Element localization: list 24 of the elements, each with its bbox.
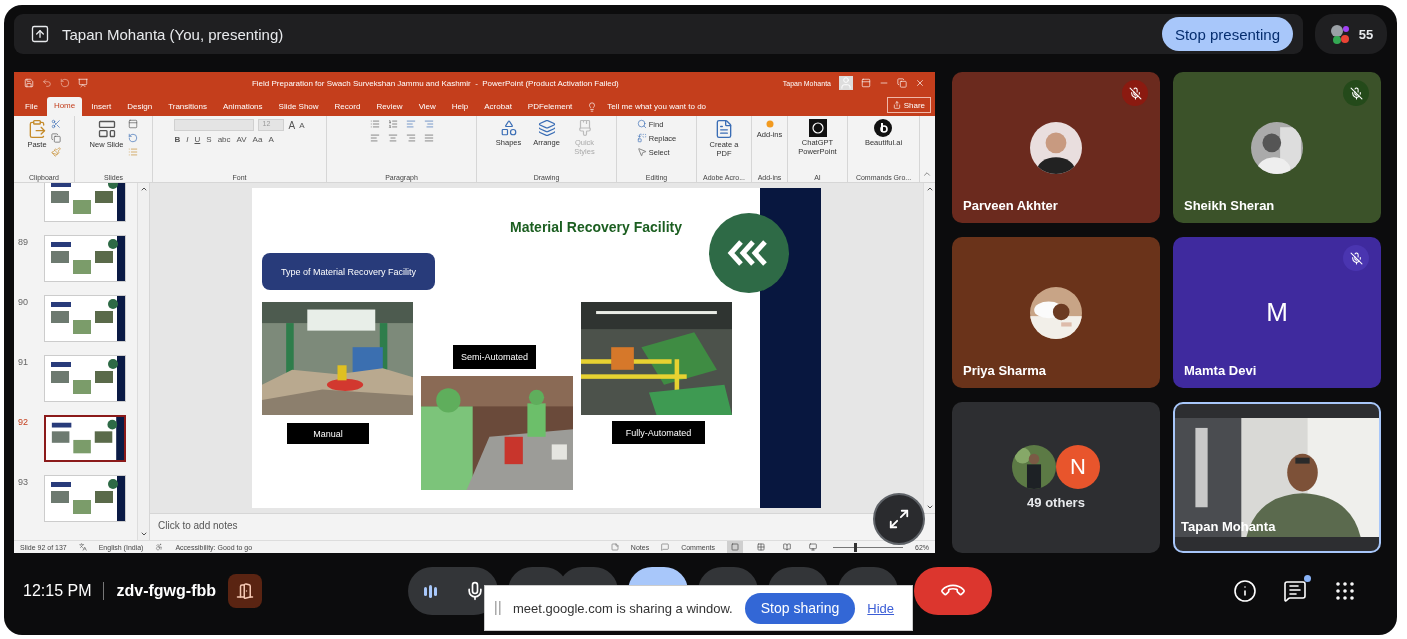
image-caption: Fully-Automated xyxy=(612,421,705,444)
participant-name: Sheikh Sheran xyxy=(1184,198,1275,213)
notes-placeholder: Click to add notes xyxy=(158,520,238,531)
participant-name: Mamta Devi xyxy=(1184,363,1257,378)
slide-number: 93 xyxy=(18,476,29,487)
participant-count: 55 xyxy=(1358,26,1374,42)
slide-number: 91 xyxy=(18,356,29,367)
image-caption: Semi-Automated xyxy=(453,345,536,369)
slide-number: 89 xyxy=(18,236,29,247)
window-title: Field Preparation for Swach Survekshan Jammu and Kashmir - PowerPoint (Product Activation Failed) xyxy=(250,78,620,88)
slide-label: Type of Material Recovery Facility xyxy=(262,253,435,290)
participant-name: Parveen Akhter xyxy=(963,198,1058,213)
slide-number: 90 xyxy=(18,296,29,307)
image-caption: Manual xyxy=(287,423,369,444)
avatar-initial: M xyxy=(1266,297,1288,328)
slide-title: Material Recovery Facility xyxy=(510,219,682,235)
others-count: 49 others xyxy=(1027,495,1085,510)
clock: 12:15 PM xyxy=(23,582,92,600)
presenter-label: Tapan Mohanta (You, presenting) xyxy=(62,25,285,43)
participant-name: Priya Sharma xyxy=(963,363,1047,378)
avatar-initial: N xyxy=(1056,445,1100,489)
sharing-message: meet.google.com is sharing a window. xyxy=(513,600,733,616)
slide-number: 92 xyxy=(18,416,29,427)
meeting-code: zdv-fgwg-fbb xyxy=(116,582,216,600)
